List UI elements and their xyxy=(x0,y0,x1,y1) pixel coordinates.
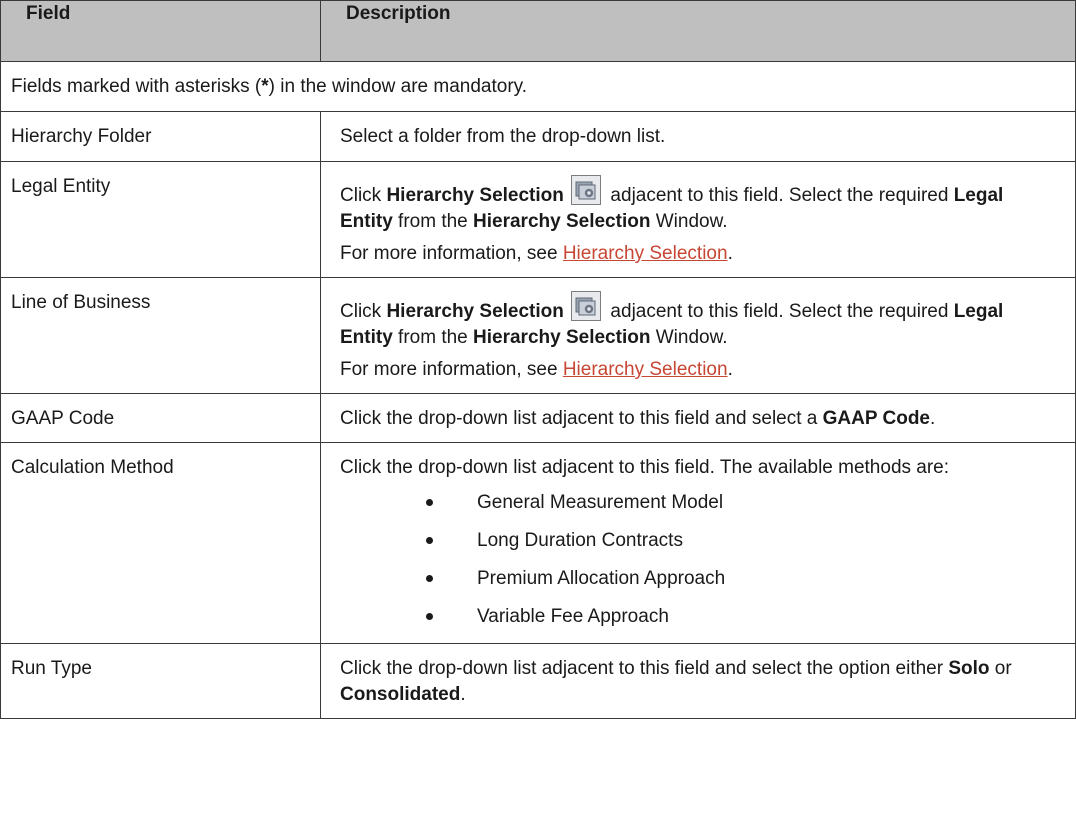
methods-list: General Measurement Model Long Duration … xyxy=(340,489,1057,641)
more-info-paragraph: For more information, see Hierarchy Sele… xyxy=(340,243,733,264)
ui-label: Solo xyxy=(948,658,990,679)
description-paragraph: Click Hierarchy Selection adjacent to th… xyxy=(340,291,1057,351)
ui-label: Hierarchy Selection xyxy=(473,211,651,232)
table-row: GAAP Code Click the drop-down list adjac… xyxy=(0,393,1076,443)
asterisk: * xyxy=(261,76,269,97)
note-text-start: Fields marked with asterisks ( xyxy=(11,76,262,97)
description-line-of-business: Click Hierarchy Selection adjacent to th… xyxy=(320,277,1076,394)
description-paragraph: Click Hierarchy Selection adjacent to th… xyxy=(340,175,1057,235)
table-header-row: Field Description xyxy=(0,0,1076,62)
table-row: Calculation Method Click the drop-down l… xyxy=(0,442,1076,644)
ui-label: GAAP Code xyxy=(822,408,930,429)
description-run-type: Click the drop-down list adjacent to thi… xyxy=(320,643,1076,719)
field-run-type: Run Type xyxy=(0,643,321,719)
description-paragraph: Click the drop-down list adjacent to thi… xyxy=(340,457,950,478)
field-legal-entity: Legal Entity xyxy=(0,161,321,278)
hierarchy-selection-icon[interactable] xyxy=(571,175,602,205)
table-row: Hierarchy Folder Select a folder from th… xyxy=(0,111,1076,162)
ui-label: Hierarchy Selection xyxy=(386,185,564,206)
more-info-paragraph: For more information, see Hierarchy Sele… xyxy=(340,359,733,380)
table-row: Legal Entity Click Hierarchy Selection a… xyxy=(0,161,1076,278)
field-description-table: Field Description Fields marked with ast… xyxy=(0,0,1076,719)
hierarchy-selection-link[interactable]: Hierarchy Selection xyxy=(563,243,728,264)
list-item: Long Duration Contracts xyxy=(340,527,1057,565)
mandatory-note: Fields marked with asterisks (*) in the … xyxy=(0,61,1076,112)
field-calculation-method: Calculation Method xyxy=(0,442,321,644)
hierarchy-selection-link[interactable]: Hierarchy Selection xyxy=(563,359,728,380)
list-item: Premium Allocation Approach xyxy=(340,565,1057,603)
description-hierarchy-folder: Select a folder from the drop-down list. xyxy=(320,111,1076,162)
field-gaap-code: GAAP Code xyxy=(0,393,321,443)
description-gaap-code: Click the drop-down list adjacent to thi… xyxy=(320,393,1076,443)
table-row: Line of Business Click Hierarchy Selecti… xyxy=(0,277,1076,394)
table-row: Run Type Click the drop-down list adjace… xyxy=(0,643,1076,719)
ui-label: Consolidated xyxy=(340,684,461,705)
mandatory-note-row: Fields marked with asterisks (*) in the … xyxy=(0,61,1076,112)
header-description: Description xyxy=(320,0,1076,62)
description-legal-entity: Click Hierarchy Selection adjacent to th… xyxy=(320,161,1076,278)
list-item: Variable Fee Approach xyxy=(340,603,1057,641)
header-field: Field xyxy=(0,0,321,62)
ui-label: Hierarchy Selection xyxy=(473,327,651,348)
hierarchy-selection-icon[interactable] xyxy=(571,291,602,321)
field-line-of-business: Line of Business xyxy=(0,277,321,394)
ui-label: Hierarchy Selection xyxy=(386,301,564,322)
note-text-end: ) in the window are mandatory. xyxy=(268,76,528,97)
list-item: General Measurement Model xyxy=(340,489,1057,527)
description-calculation-method: Click the drop-down list adjacent to thi… xyxy=(320,442,1076,644)
field-hierarchy-folder: Hierarchy Folder xyxy=(0,111,321,162)
